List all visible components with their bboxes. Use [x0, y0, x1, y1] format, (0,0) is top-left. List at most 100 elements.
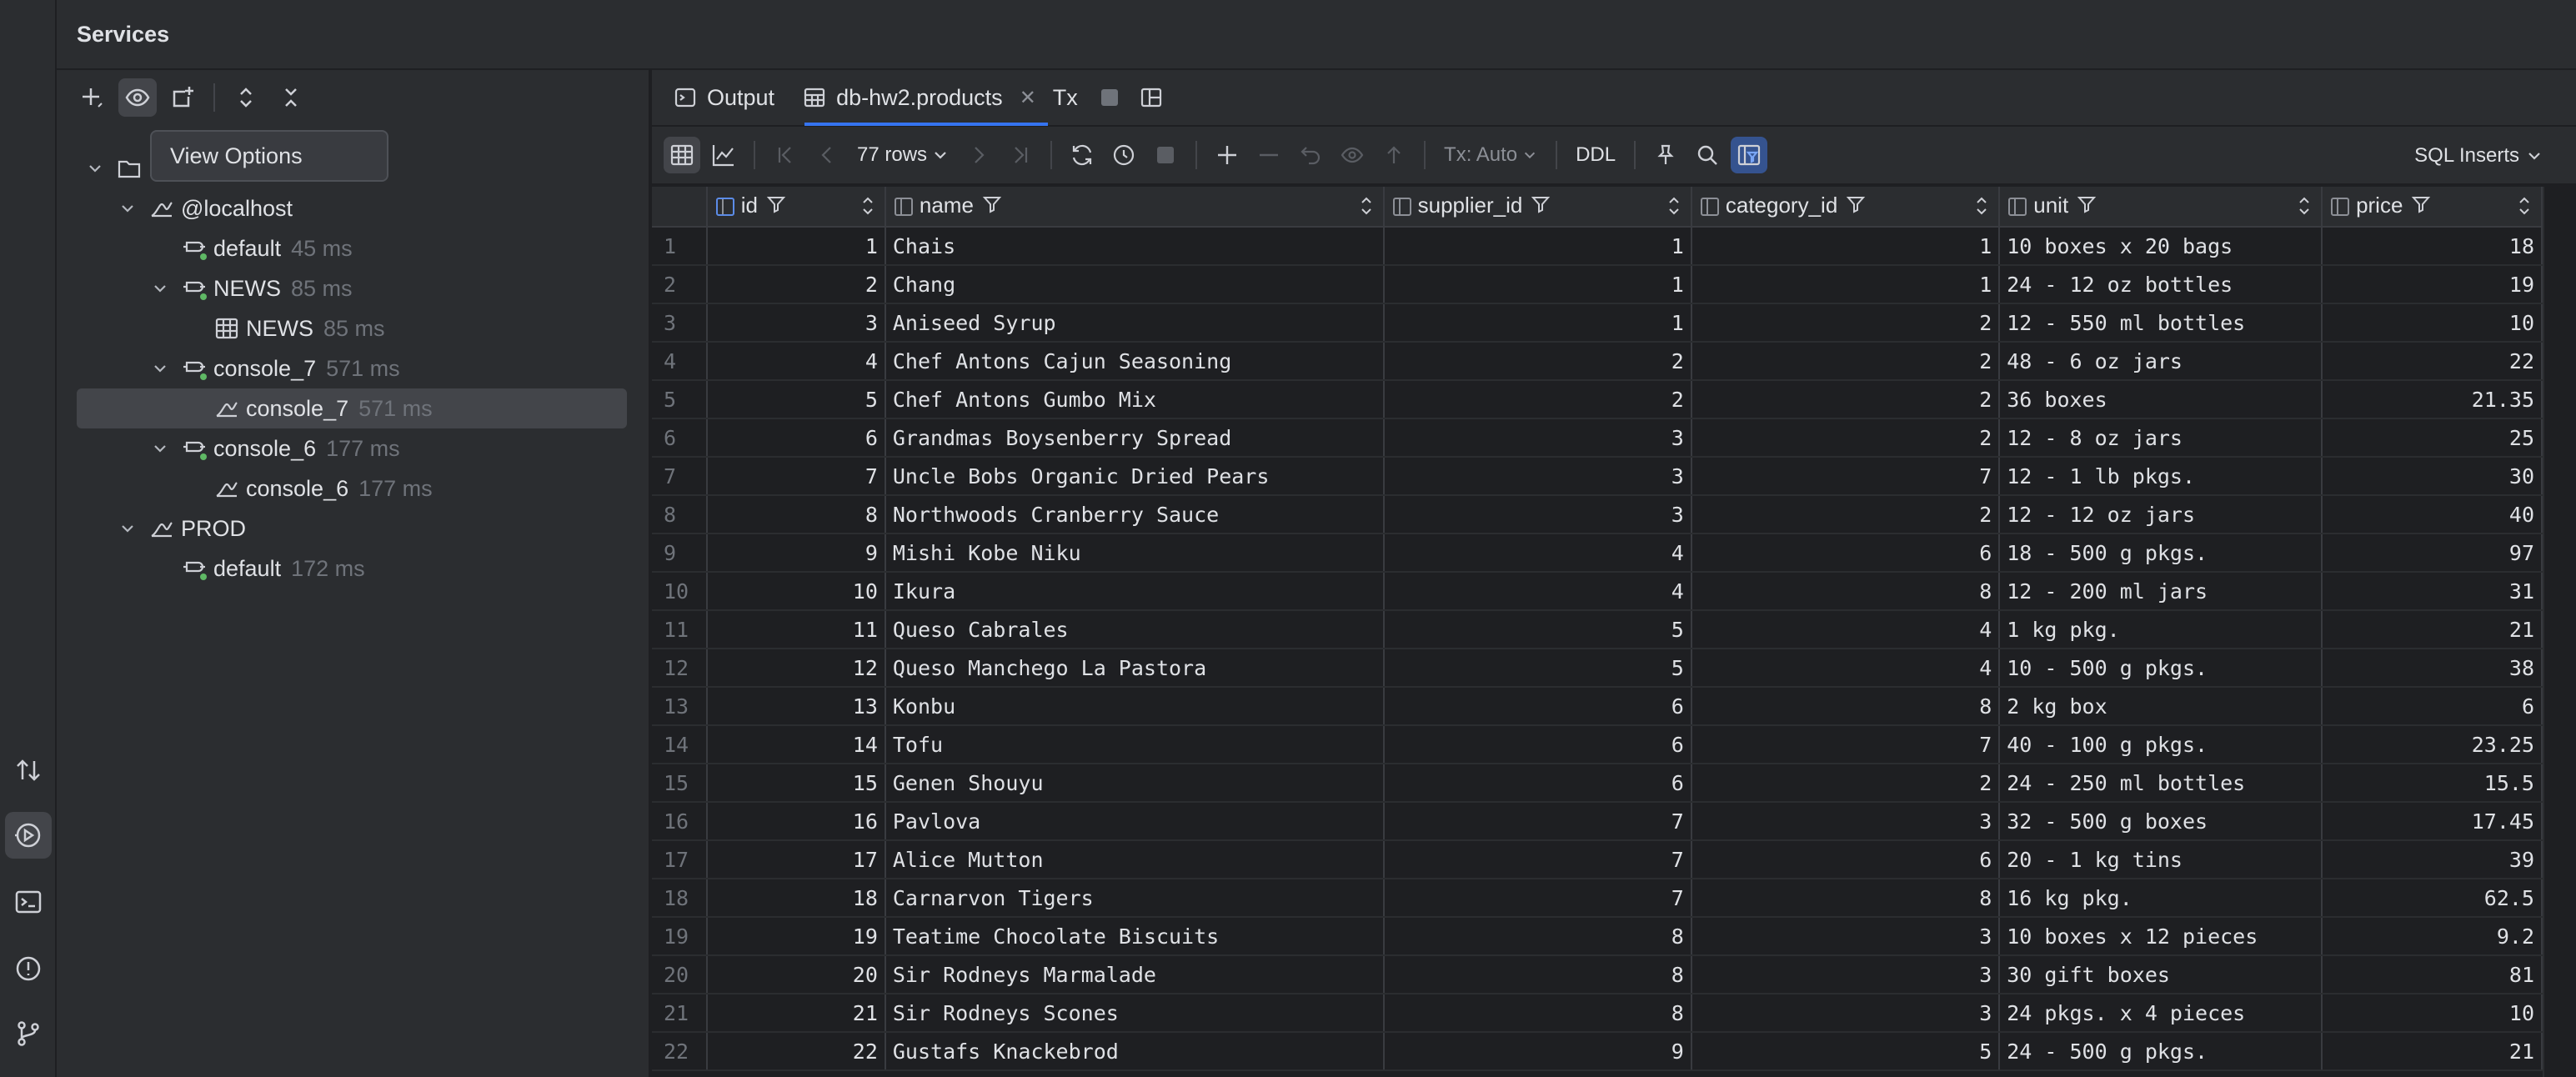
table-cell-id[interactable]: 18 — [706, 879, 886, 918]
table-cell-category_id[interactable]: 2 — [1691, 764, 2001, 803]
table-cell-price[interactable]: 62.5 — [2322, 879, 2543, 918]
table-row[interactable]: 14 14 Tofu 6 7 40 - 100 g pkgs. 23.25 — [652, 725, 2543, 764]
table-cell-id[interactable]: 9 — [706, 533, 886, 573]
table-cell-supplier_id[interactable]: 2 — [1383, 342, 1692, 381]
table-cell-category_id[interactable]: 4 — [1691, 610, 2001, 649]
table-cell-unit[interactable]: 10 boxes x 12 pieces — [1999, 917, 2323, 956]
table-cell-unit[interactable]: 18 - 500 g pkgs. — [1999, 533, 2323, 573]
table-cell-unit[interactable]: 30 gift boxes — [1999, 955, 2323, 994]
table-cell-price[interactable]: 31 — [2322, 572, 2543, 611]
stop-icon[interactable] — [1091, 79, 1128, 116]
sort-icon[interactable] — [1975, 195, 1988, 222]
table-cell-unit[interactable]: 10 boxes x 20 bags — [1999, 227, 2323, 266]
tx-mode-dropdown[interactable]: Tx: Auto — [1437, 143, 1544, 167]
pin-icon[interactable] — [1647, 137, 1684, 173]
table-cell-price[interactable]: 21 — [2322, 1032, 2543, 1071]
table-cell-name[interactable]: Aniseed Syrup — [885, 303, 1385, 343]
terminal-icon[interactable] — [5, 879, 52, 925]
table-cell-unit[interactable]: 12 - 550 ml bottles — [1999, 303, 2323, 343]
table-cell-supplier_id[interactable]: 2 — [1383, 380, 1692, 419]
table-cell-price[interactable]: 30 — [2322, 457, 2543, 496]
table-cell-name[interactable]: Konbu — [885, 687, 1385, 726]
column-header-category_id[interactable]: category_id — [1691, 187, 2001, 228]
collapse-all-icon[interactable] — [272, 78, 310, 117]
table-cell-price[interactable]: 40 — [2322, 495, 2543, 534]
table-cell-supplier_id[interactable]: 7 — [1383, 879, 1692, 918]
table-row[interactable]: 3 3 Aniseed Syrup 1 2 12 - 550 ml bottles 10 — [652, 303, 2543, 343]
table-cell-supplier_id[interactable]: 9 — [1383, 1032, 1692, 1071]
table-row[interactable]: 15 15 Genen Shouyu 6 2 24 - 250 ml bottles 15.… — [652, 764, 2543, 803]
cancel-query-icon[interactable] — [1147, 137, 1184, 173]
filter-icon[interactable] — [1846, 194, 1866, 220]
git-branch-icon[interactable] — [5, 1010, 52, 1057]
table-row[interactable]: 20 20 Sir Rodneys Marmalade 8 3 30 gift boxes… — [652, 955, 2543, 994]
chevron-down-icon[interactable] — [116, 197, 139, 220]
table-cell-name[interactable]: Gustafs Knackebrod — [885, 1032, 1385, 1071]
last-page-icon[interactable] — [1002, 137, 1039, 173]
table-cell-unit[interactable]: 12 - 1 lb pkgs. — [1999, 457, 2323, 496]
table-cell-id[interactable]: 1 — [706, 227, 886, 266]
table-cell-category_id[interactable]: 8 — [1691, 879, 2001, 918]
table-cell-supplier_id[interactable]: 8 — [1383, 917, 1692, 956]
table-cell-price[interactable]: 19 — [2322, 265, 2543, 304]
table-cell-id[interactable]: 11 — [706, 610, 886, 649]
table-cell-id[interactable]: 5 — [706, 380, 886, 419]
table-cell-name[interactable]: Pavlova — [885, 802, 1385, 841]
table-cell-name[interactable]: Uncle Bobs Organic Dried Pears — [885, 457, 1385, 496]
table-cell-supplier_id[interactable]: 7 — [1383, 802, 1692, 841]
table-cell-price[interactable]: 22 — [2322, 342, 2543, 381]
filter-icon[interactable] — [2411, 194, 2431, 220]
table-cell-id[interactable]: 12 — [706, 649, 886, 688]
table-cell-name[interactable]: Chef Antons Gumbo Mix — [885, 380, 1385, 419]
table-row[interactable]: 8 8 Northwoods Cranberry Sauce 3 2 12 - 12 oz… — [652, 495, 2543, 534]
arrows-up-down-icon[interactable] — [5, 747, 52, 794]
column-header-name[interactable]: name — [885, 187, 1385, 228]
chevron-down-icon[interactable] — [148, 357, 172, 380]
services-icon[interactable] — [5, 812, 52, 859]
table-cell-category_id[interactable]: 7 — [1691, 725, 2001, 764]
table-cell-price[interactable]: 18 — [2322, 227, 2543, 266]
tree-item[interactable]: @localhost — [57, 188, 649, 228]
column-header-id[interactable]: id — [706, 187, 886, 228]
table-cell-id[interactable]: 3 — [706, 303, 886, 343]
table-cell-price[interactable]: 39 — [2322, 840, 2543, 879]
table-cell-price[interactable]: 17.45 — [2322, 802, 2543, 841]
table-cell-supplier_id[interactable]: 1 — [1383, 227, 1692, 266]
table-cell-category_id[interactable]: 6 — [1691, 840, 2001, 879]
table-cell-id[interactable]: 2 — [706, 265, 886, 304]
table-cell-supplier_id[interactable]: 1 — [1383, 265, 1692, 304]
table-row[interactable]: 16 16 Pavlova 7 3 32 - 500 g boxes 17.45 — [652, 802, 2543, 841]
table-row[interactable]: 2 2 Chang 1 1 24 - 12 oz bottles 19 — [652, 265, 2543, 304]
next-page-icon[interactable] — [960, 137, 997, 173]
filter-icon[interactable] — [1531, 194, 1551, 220]
filter-panel-icon[interactable] — [1731, 137, 1768, 173]
add-icon[interactable] — [73, 78, 112, 117]
table-cell-category_id[interactable]: 3 — [1691, 802, 2001, 841]
table-cell-unit[interactable]: 10 - 500 g pkgs. — [1999, 649, 2323, 688]
first-page-icon[interactable] — [767, 137, 804, 173]
table-cell-name[interactable]: Queso Cabrales — [885, 610, 1385, 649]
add-row-icon[interactable] — [1209, 137, 1245, 173]
sort-icon[interactable] — [1360, 195, 1373, 222]
table-cell-supplier_id[interactable]: 7 — [1383, 840, 1692, 879]
previous-page-icon[interactable] — [809, 137, 845, 173]
chevron-down-icon[interactable] — [83, 157, 107, 180]
table-cell-price[interactable]: 23.25 — [2322, 725, 2543, 764]
table-cell-supplier_id[interactable]: 3 — [1383, 495, 1692, 534]
table-cell-unit[interactable]: 16 kg pkg. — [1999, 879, 2323, 918]
table-cell-unit[interactable]: 24 - 12 oz bottles — [1999, 265, 2323, 304]
table-cell-unit[interactable]: 20 - 1 kg tins — [1999, 840, 2323, 879]
table-cell-supplier_id[interactable]: 6 — [1383, 687, 1692, 726]
table-cell-category_id[interactable]: 2 — [1691, 380, 2001, 419]
search-icon[interactable] — [1689, 137, 1726, 173]
table-cell-price[interactable]: 10 — [2322, 303, 2543, 343]
table-row[interactable]: 5 5 Chef Antons Gumbo Mix 2 2 36 boxes 21.35 — [652, 380, 2543, 419]
table-row[interactable]: 1 1 Chais 1 1 10 boxes x 20 bags 18 — [652, 227, 2543, 266]
table-cell-category_id[interactable]: 3 — [1691, 955, 2001, 994]
table-row[interactable]: 18 18 Carnarvon Tigers 7 8 16 kg pkg. 62.5 — [652, 879, 2543, 918]
close-icon[interactable]: ✕ — [1020, 86, 1036, 110]
filter-icon[interactable] — [2077, 194, 2097, 220]
tree-item[interactable]: console_6 177 ms — [57, 428, 649, 468]
table-cell-name[interactable]: Queso Manchego La Pastora — [885, 649, 1385, 688]
table-cell-category_id[interactable]: 2 — [1691, 303, 2001, 343]
